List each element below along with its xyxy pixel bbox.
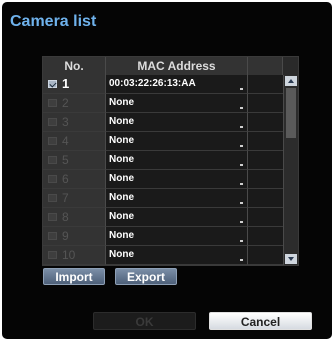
row-checkbox[interactable] [48, 137, 57, 145]
camera-table: No. MAC Address 1 00:03:22:26:13:AA 2 None 3… [42, 56, 299, 266]
mac-address-field[interactable]: None [106, 151, 248, 170]
ok-button[interactable]: OK [93, 312, 196, 330]
row-checkbox[interactable] [48, 118, 57, 126]
row-number: 10 [62, 248, 76, 262]
row-number: 5 [62, 153, 69, 167]
mac-address-field[interactable]: None [106, 113, 248, 132]
row-checkbox[interactable] [48, 80, 57, 88]
table-row[interactable]: 1 00:03:22:26:13:AA [43, 75, 283, 94]
table-row[interactable]: 6 None [43, 170, 283, 189]
blank-cell [248, 151, 283, 170]
dropdown-caret-icon[interactable] [240, 183, 243, 185]
row-number-cell: 2 [43, 94, 106, 113]
dropdown-caret-icon[interactable] [240, 145, 243, 147]
table-body: 1 00:03:22:26:13:AA 2 None 3 None 4 None 5 None 6 N… [43, 75, 283, 265]
table-row[interactable]: 2 None [43, 94, 283, 113]
blank-cell [248, 208, 283, 227]
row-number-cell: 8 [43, 208, 106, 227]
row-checkbox[interactable] [48, 99, 57, 107]
mac-address-value: None [109, 211, 134, 222]
row-checkbox[interactable] [48, 194, 57, 202]
blank-cell [248, 170, 283, 189]
mac-address-field[interactable]: None [106, 132, 248, 151]
mac-address-field[interactable]: None [106, 208, 248, 227]
scrollbar-thumb[interactable] [286, 88, 296, 138]
row-number: 7 [62, 191, 69, 205]
vertical-scrollbar[interactable] [283, 75, 298, 265]
mac-address-field[interactable]: None [106, 227, 248, 246]
row-number: 2 [62, 96, 69, 110]
dropdown-caret-icon[interactable] [240, 164, 243, 166]
row-number: 6 [62, 172, 69, 186]
mac-address-field[interactable]: None [106, 170, 248, 189]
cancel-button[interactable]: Cancel [209, 312, 312, 330]
mac-address-value: None [109, 192, 134, 203]
blank-cell [248, 75, 283, 94]
blank-cell [248, 94, 283, 113]
row-number: 1 [62, 76, 70, 91]
dropdown-caret-icon[interactable] [240, 202, 243, 204]
dropdown-caret-icon[interactable] [240, 240, 243, 242]
dialog-title: Camera list [10, 13, 97, 30]
scroll-down-arrow-icon[interactable] [285, 254, 297, 264]
row-checkbox[interactable] [48, 232, 57, 240]
mac-address-value: None [109, 97, 134, 108]
import-button[interactable]: Import [43, 268, 105, 285]
column-header-no: No. [43, 57, 106, 75]
blank-cell [248, 246, 283, 265]
row-number-cell: 9 [43, 227, 106, 246]
scroll-up-arrow-icon[interactable] [285, 76, 297, 86]
table-row[interactable]: 9 None [43, 227, 283, 246]
row-checkbox[interactable] [48, 175, 57, 183]
dropdown-caret-icon[interactable] [240, 126, 243, 128]
table-row[interactable]: 4 None [43, 132, 283, 151]
table-row[interactable]: 7 None [43, 189, 283, 208]
row-number-cell: 5 [43, 151, 106, 170]
table-row[interactable]: 8 None [43, 208, 283, 227]
mac-address-field[interactable]: 00:03:22:26:13:AA [106, 75, 248, 94]
dropdown-caret-icon[interactable] [240, 88, 243, 90]
row-number-cell: 4 [43, 132, 106, 151]
mac-address-value: None [109, 135, 134, 146]
row-number: 3 [62, 115, 69, 129]
row-number-cell: 10 [43, 246, 106, 265]
row-number: 9 [62, 229, 69, 243]
row-checkbox[interactable] [48, 213, 57, 221]
dropdown-caret-icon[interactable] [240, 221, 243, 223]
table-row[interactable]: 5 None [43, 151, 283, 170]
row-checkbox[interactable] [48, 156, 57, 164]
row-number-cell: 1 [43, 75, 106, 94]
mac-address-value: None [109, 230, 134, 241]
mac-address-value: None [109, 116, 134, 127]
mac-address-value: None [109, 154, 134, 165]
mac-address-value: 00:03:22:26:13:AA [109, 78, 196, 89]
mac-address-value: None [109, 173, 134, 184]
row-number: 4 [62, 134, 69, 148]
mac-address-field[interactable]: None [106, 246, 248, 265]
dropdown-caret-icon[interactable] [240, 107, 243, 109]
row-checkbox[interactable] [48, 251, 57, 259]
blank-cell [248, 113, 283, 132]
mac-address-field[interactable]: None [106, 189, 248, 208]
row-number: 8 [62, 210, 69, 224]
column-header-mac-address: MAC Address [106, 57, 248, 75]
row-number-cell: 6 [43, 170, 106, 189]
export-button[interactable]: Export [115, 268, 177, 285]
dropdown-caret-icon[interactable] [240, 259, 243, 261]
blank-cell [248, 132, 283, 151]
column-header-blank [248, 57, 283, 75]
mac-address-value: None [109, 249, 134, 260]
table-row[interactable]: 10 None [43, 246, 283, 265]
mac-address-field[interactable]: None [106, 94, 248, 113]
camera-list-dialog: Camera list No. MAC Address 1 00:03:22:26… [2, 2, 332, 339]
table-row[interactable]: 3 None [43, 113, 283, 132]
row-number-cell: 7 [43, 189, 106, 208]
blank-cell [248, 189, 283, 208]
row-number-cell: 3 [43, 113, 106, 132]
blank-cell [248, 227, 283, 246]
